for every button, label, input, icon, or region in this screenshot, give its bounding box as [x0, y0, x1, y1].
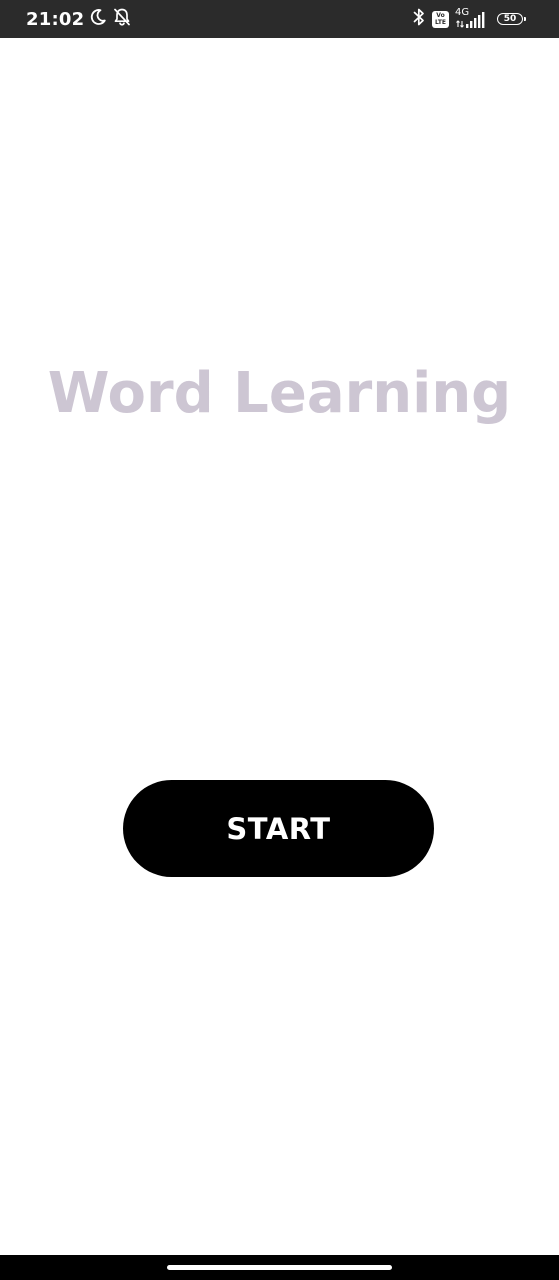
app-title: Word Learning [47, 361, 512, 426]
status-right: Vo LTE 4G 50 [412, 0, 526, 38]
battery-level: 50 [503, 13, 517, 24]
bluetooth-icon [412, 7, 426, 31]
signal-icon [456, 12, 485, 28]
start-button[interactable]: START [123, 780, 434, 877]
battery-icon: 50 [497, 13, 526, 25]
battery-tip [524, 17, 526, 21]
status-left: 21:02 [26, 0, 132, 38]
volte-label-top: Vo [436, 11, 445, 19]
volte-label-bottom: LTE [434, 18, 447, 26]
status-bar: 21:02 Vo LTE 4G 50 [0, 0, 559, 38]
clock: 21:02 [26, 8, 85, 30]
navigation-bar [0, 1255, 559, 1280]
home-gesture-handle[interactable] [167, 1265, 392, 1270]
bell-off-icon [112, 7, 132, 31]
volte-icon: Vo LTE [432, 10, 449, 28]
signal-indicator: 4G [455, 8, 487, 30]
moon-icon [88, 7, 108, 31]
